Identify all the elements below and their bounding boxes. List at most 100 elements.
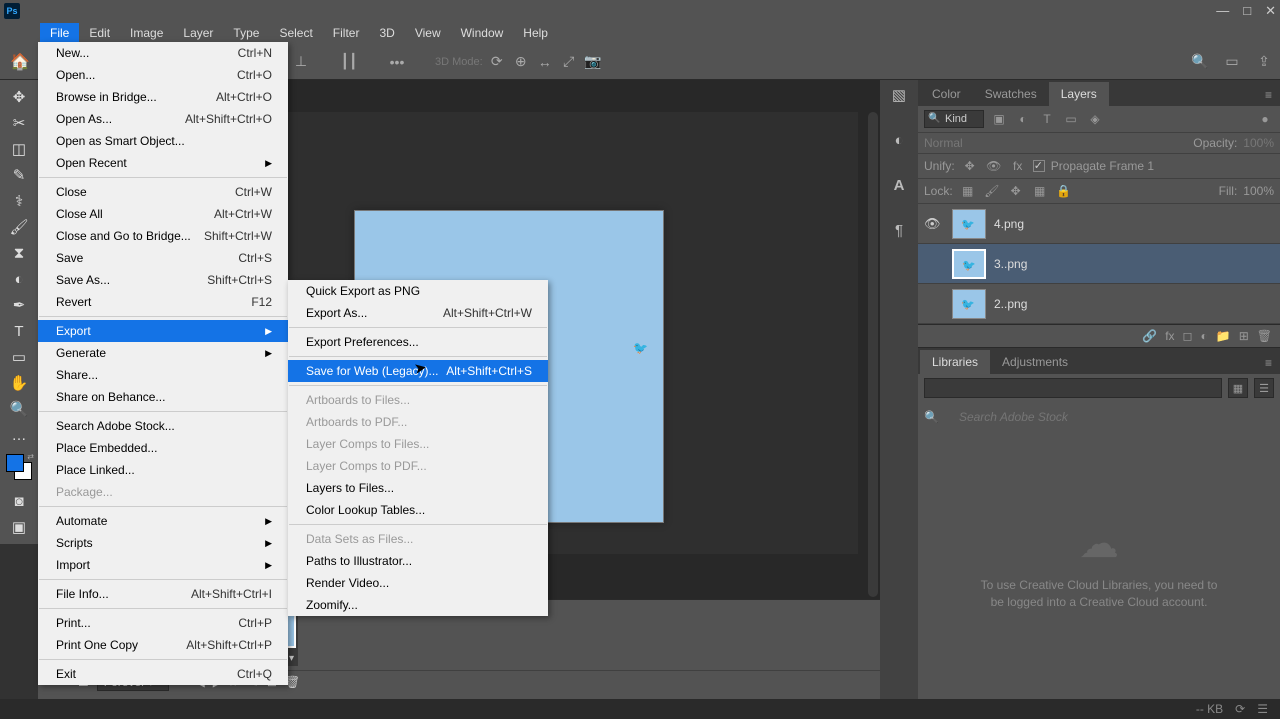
paragraph-icon[interactable]: ¶ xyxy=(895,222,903,239)
file-close[interactable]: CloseCtrl+W xyxy=(38,181,288,203)
menu-window[interactable]: Window xyxy=(451,23,514,43)
menu-type[interactable]: Type xyxy=(223,23,269,43)
clone-tool[interactable]: ⧗ xyxy=(4,240,34,266)
library-select[interactable] xyxy=(924,378,1222,398)
file-open[interactable]: Open...Ctrl+O xyxy=(38,64,288,86)
lock-trans-icon[interactable]: ▦ xyxy=(959,182,977,200)
close-button[interactable]: ✕ xyxy=(1265,3,1276,19)
3d-scale-icon[interactable]: ⤢ xyxy=(559,52,579,72)
file-place-embedded[interactable]: Place Embedded... xyxy=(38,437,288,459)
more-tools[interactable]: … xyxy=(4,422,34,448)
export-zoomify[interactable]: Zoomify... xyxy=(288,594,548,616)
list-view-icon[interactable]: ☰ xyxy=(1254,378,1274,398)
filter-adjust-icon[interactable]: ◐ xyxy=(1014,110,1032,128)
minimize-button[interactable]: — xyxy=(1216,3,1229,19)
file-close-bridge[interactable]: Close and Go to Bridge...Shift+Ctrl+W xyxy=(38,225,288,247)
lasso-tool[interactable]: ✂ xyxy=(4,110,34,136)
file-save[interactable]: SaveCtrl+S xyxy=(38,247,288,269)
3d-slide-icon[interactable]: ↔ xyxy=(535,52,555,72)
filter-smart-icon[interactable]: ◈ xyxy=(1086,110,1104,128)
quickmask-tool[interactable]: ◙ xyxy=(4,488,34,514)
file-generate[interactable]: Generate▶ xyxy=(38,342,288,364)
status-list-icon[interactable]: ☰ xyxy=(1257,702,1268,716)
unify-style-icon[interactable]: fx xyxy=(1009,157,1027,175)
layer-row[interactable]: 🐦 3..png xyxy=(918,244,1280,284)
dist-spacing-icon[interactable]: ┃┃ xyxy=(339,52,359,72)
status-sync-icon[interactable]: ⟳ xyxy=(1235,702,1245,716)
export-prefs[interactable]: Export Preferences... xyxy=(288,331,548,353)
export-color-lookup[interactable]: Color Lookup Tables... xyxy=(288,499,548,521)
menu-filter[interactable]: Filter xyxy=(323,23,370,43)
menu-3d[interactable]: 3D xyxy=(369,23,404,43)
unify-pos-icon[interactable]: ✥ xyxy=(961,157,979,175)
file-save-as[interactable]: Save As...Shift+Ctrl+S xyxy=(38,269,288,291)
text-tool[interactable]: T xyxy=(4,318,34,344)
layer-row[interactable]: 👁 🐦 4.png xyxy=(918,204,1280,244)
menu-file[interactable]: File xyxy=(40,23,79,43)
grid-view-icon[interactable]: ▦ xyxy=(1228,378,1248,398)
export-layers-to-files[interactable]: Layers to Files... xyxy=(288,477,548,499)
file-smart-object[interactable]: Open as Smart Object... xyxy=(38,130,288,152)
new-layer-icon[interactable]: ⊞ xyxy=(1239,329,1249,343)
align-bot-icon[interactable]: ⊥ xyxy=(291,52,311,72)
file-import[interactable]: Import▶ xyxy=(38,554,288,576)
swap-colors-icon[interactable]: ⇄ xyxy=(27,452,34,461)
brushes-icon[interactable]: ◐ xyxy=(894,132,903,149)
layer-row[interactable]: 🐦 2..png xyxy=(918,284,1280,324)
layer-name[interactable]: 3..png xyxy=(994,257,1027,271)
history-icon[interactable]: ▧ xyxy=(892,86,906,104)
color-swatches[interactable]: ⇄ xyxy=(4,452,34,482)
export-save-for-web[interactable]: Save for Web (Legacy)...Alt+Shift+Ctrl+S xyxy=(288,360,548,382)
file-export[interactable]: Export▶ xyxy=(38,320,288,342)
file-search-stock[interactable]: Search Adobe Stock... xyxy=(38,415,288,437)
filter-pixel-icon[interactable]: ▣ xyxy=(990,110,1008,128)
file-scripts[interactable]: Scripts▶ xyxy=(38,532,288,554)
file-share[interactable]: Share... xyxy=(38,364,288,386)
lock-nest-icon[interactable]: ▦ xyxy=(1031,182,1049,200)
pen-tool[interactable]: ✒ xyxy=(4,292,34,318)
export-quick-png[interactable]: Quick Export as PNG xyxy=(288,280,548,302)
lock-all-icon[interactable]: 🔒 xyxy=(1055,182,1073,200)
search-icon[interactable]: 🔍 xyxy=(1190,52,1210,72)
lock-pos-icon[interactable]: ✥ xyxy=(1007,182,1025,200)
export-render-video[interactable]: Render Video... xyxy=(288,572,548,594)
opacity-value[interactable]: 100% xyxy=(1243,136,1274,150)
menu-edit[interactable]: Edit xyxy=(79,23,120,43)
screen-icon[interactable]: ▭ xyxy=(1222,52,1242,72)
layer-name[interactable]: 2..png xyxy=(994,297,1027,311)
panel-menu-icon[interactable]: ≡ xyxy=(1259,352,1278,374)
eyedropper-tool[interactable]: ✎ xyxy=(4,162,34,188)
gradient-tool[interactable]: ◐ xyxy=(4,266,34,292)
filter-kind-dropdown[interactable]: Kind xyxy=(924,110,984,128)
blend-mode-select[interactable]: Normal xyxy=(924,136,963,150)
mask-icon[interactable]: ◻ xyxy=(1183,329,1193,343)
file-print-one[interactable]: Print One CopyAlt+Shift+Ctrl+P xyxy=(38,634,288,656)
trash-icon[interactable]: 🗑 xyxy=(1257,329,1272,343)
layer-thumb[interactable]: 🐦 xyxy=(952,209,986,239)
file-behance[interactable]: Share on Behance... xyxy=(38,386,288,408)
file-new[interactable]: New...Ctrl+N xyxy=(38,42,288,64)
menu-select[interactable]: Select xyxy=(269,23,322,43)
3d-cam-icon[interactable]: 📷 xyxy=(583,52,603,72)
panel-menu-icon[interactable]: ≡ xyxy=(1259,84,1278,106)
home-icon[interactable]: 🏠 xyxy=(6,50,34,74)
menu-help[interactable]: Help xyxy=(513,23,558,43)
adobe-stock-search[interactable] xyxy=(939,406,1274,428)
character-icon[interactable]: A xyxy=(894,177,905,194)
lock-pix-icon[interactable]: 🖌 xyxy=(983,182,1001,200)
zoom-tool[interactable]: 🔍 xyxy=(4,396,34,422)
file-close-all[interactable]: Close AllAlt+Ctrl+W xyxy=(38,203,288,225)
filter-shape-icon[interactable]: ▭ xyxy=(1062,110,1080,128)
menu-layer[interactable]: Layer xyxy=(173,23,223,43)
link-layers-icon[interactable]: 🔗 xyxy=(1142,329,1157,343)
file-open-recent[interactable]: Open Recent▶ xyxy=(38,152,288,174)
tab-layers[interactable]: Layers xyxy=(1049,82,1109,106)
tab-swatches[interactable]: Swatches xyxy=(973,82,1049,106)
crop-tool[interactable]: ◫ xyxy=(4,136,34,162)
brush-tool[interactable]: 🖌 xyxy=(4,214,34,240)
layer-name[interactable]: 4.png xyxy=(994,217,1024,231)
move-tool[interactable]: ✥ xyxy=(4,84,34,110)
group-icon[interactable]: 📁 xyxy=(1216,329,1231,343)
filter-toggle[interactable]: ● xyxy=(1256,110,1274,128)
layer-thumb[interactable]: 🐦 xyxy=(952,249,986,279)
